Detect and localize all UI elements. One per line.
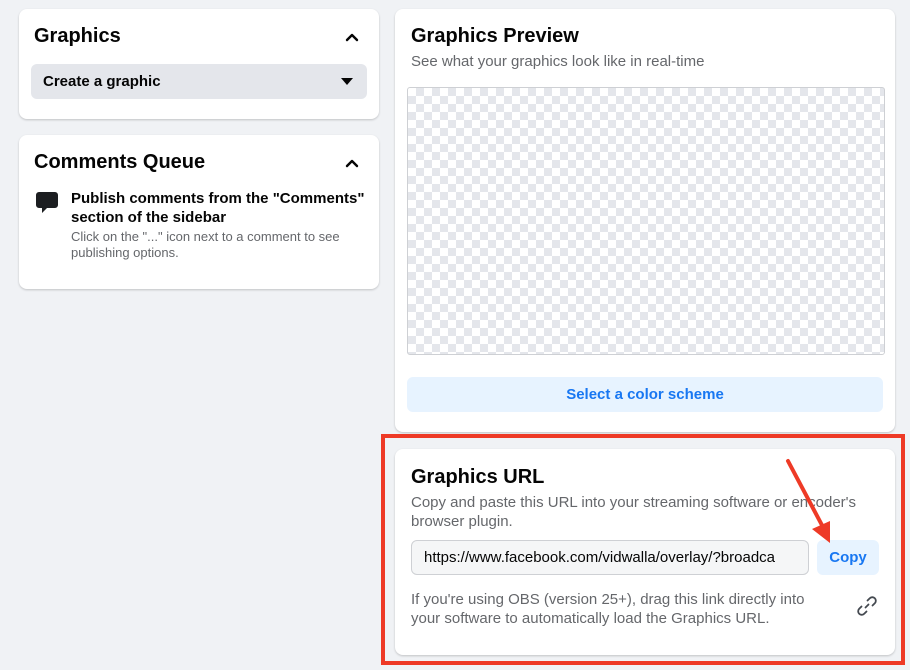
graphics-preview-subtitle: See what your graphics look like in real… [411, 53, 705, 70]
link-icon[interactable] [855, 594, 879, 618]
chevron-up-icon[interactable] [344, 29, 360, 45]
chevron-up-icon[interactable] [344, 155, 360, 171]
caret-down-icon [341, 78, 353, 85]
graphics-url-input[interactable] [411, 540, 809, 575]
graphics-preview-title: Graphics Preview [411, 25, 579, 47]
graphics-title: Graphics [34, 25, 121, 47]
preview-canvas [407, 87, 885, 355]
speech-bubble-icon [36, 192, 58, 213]
graphics-url-title: Graphics URL [411, 466, 545, 488]
create-graphic-dropdown[interactable]: Create a graphic [31, 64, 367, 99]
comments-queue-main-text: Publish comments from the "Comments" sec… [71, 190, 365, 226]
comments-queue-panel: Comments Queue Publish comments from the… [19, 135, 379, 289]
graphics-panel: Graphics Create a graphic [19, 9, 379, 119]
dropdown-label: Create a graphic [43, 73, 161, 90]
graphics-preview-panel: Graphics Preview See what your graphics … [395, 9, 895, 432]
comments-queue-sub-text: Click on the "..." icon next to a commen… [71, 229, 340, 260]
comments-queue-title: Comments Queue [34, 151, 206, 173]
arrow-annotation-icon [786, 459, 830, 543]
obs-note: If you're using OBS (version 25+), drag … [411, 591, 805, 627]
select-color-scheme-button[interactable]: Select a color scheme [407, 377, 883, 412]
copy-button[interactable]: Copy [817, 540, 879, 575]
